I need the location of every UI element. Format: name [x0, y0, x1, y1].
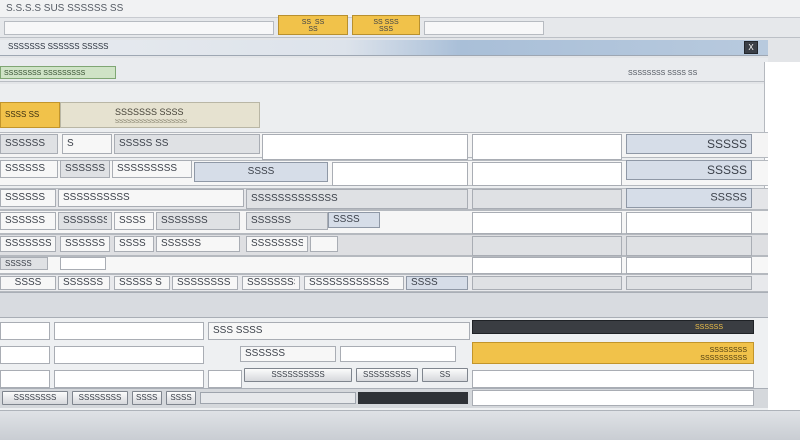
r4-field-d[interactable]: SSSSSS — [246, 212, 328, 230]
lower-r2-c[interactable]: SSSSSS — [240, 346, 336, 362]
toolbar-right-label: SSSSSSSS SSSS SS — [628, 70, 698, 77]
lower-r3-c[interactable] — [208, 370, 242, 388]
lower-button-1[interactable]: SSSSSSSSSS — [244, 368, 352, 382]
r5-label: SSSSSSS — [0, 236, 56, 252]
r5-field-a[interactable]: SSSSSS — [60, 236, 110, 252]
lower-r3-b[interactable] — [54, 370, 204, 388]
r4-label: SSSSSS — [0, 212, 56, 230]
r5-field-g[interactable] — [626, 236, 752, 256]
header-badge: SSSS SS — [0, 102, 60, 128]
r5-field-b[interactable]: SSSS — [114, 236, 154, 252]
r5-field-f[interactable] — [472, 236, 622, 256]
r4-field-f[interactable] — [472, 212, 622, 234]
address-field[interactable] — [4, 21, 274, 35]
footer-strip — [0, 410, 800, 440]
right-side-panel — [764, 62, 800, 440]
r7-field-b[interactable]: SSSSS S — [114, 276, 170, 290]
bottom-button-4[interactable]: SSSS — [166, 391, 196, 405]
right-value-3[interactable]: SSSSS — [626, 188, 752, 208]
bottom-dark-segment — [358, 392, 468, 404]
r1-label: SSSSSS — [0, 134, 58, 154]
r1-field-d[interactable] — [472, 134, 622, 160]
r7-field-c[interactable]: SSSSSSSS — [172, 276, 238, 290]
r4-field-g[interactable] — [626, 212, 752, 234]
header-box: SSSSSSS SSSS SSSSSSSSSSSSSSSSSS — [60, 102, 260, 128]
lower-button-2[interactable]: SSSSSSSSS — [356, 368, 418, 382]
r4-field-c[interactable]: SSSSSSS — [156, 212, 240, 230]
lower-yellow-label: SSSSSSSS SSSSSSSSSS — [700, 347, 747, 363]
bottom-progress — [200, 392, 356, 404]
right-value-2[interactable]: SSSSS — [626, 160, 752, 180]
tab-yellow-2-label: SS SSS SSS — [373, 19, 399, 33]
bottom-button-1[interactable]: SSSSSSSS — [2, 391, 68, 405]
r5-field-e[interactable] — [310, 236, 338, 252]
lower-button-3[interactable]: SS — [422, 368, 468, 382]
r6-field-c[interactable] — [626, 257, 752, 274]
lower-r2-a[interactable] — [0, 346, 50, 364]
window-close-button[interactable]: X — [744, 41, 758, 54]
lower-r2-b[interactable] — [54, 346, 204, 364]
r4-field-e[interactable]: SSSS — [328, 212, 380, 228]
lower-r1-b[interactable] — [54, 322, 204, 340]
r7-label: SSSS — [0, 276, 56, 290]
r2-field-e[interactable] — [472, 162, 622, 186]
r7-field-g[interactable] — [472, 276, 622, 290]
r3-field-a[interactable]: SSSSSSSSSS — [58, 189, 244, 207]
lower-r3-d[interactable] — [472, 370, 754, 388]
window-title: SSSSSSS SSSSSS SSSSS — [8, 43, 109, 51]
green-label: SSSSSSSS SSSSSSSSS — [4, 70, 86, 77]
header-subtitle: SSSSSSSSSSSSSSSSSS — [115, 119, 188, 125]
r3-field-c[interactable] — [472, 189, 622, 209]
top-title: S.S.S.S SUS SSSSSS SS — [6, 4, 124, 14]
r2-field-c[interactable]: SSSS — [194, 162, 328, 182]
lower-dark-bar-label: SSSSSS — [694, 324, 723, 331]
lower-r2-d[interactable] — [340, 346, 456, 362]
r2-field-d[interactable] — [332, 162, 468, 186]
r6-field-b[interactable] — [472, 257, 622, 274]
header-badge-label: SSSS SS — [5, 110, 40, 119]
r7-field-e[interactable]: SSSSSSSSSSSS — [304, 276, 404, 290]
right-value-1[interactable]: SSSSS — [626, 134, 752, 154]
r1-field-a[interactable]: S — [62, 134, 112, 154]
r5-field-c[interactable]: SSSSSS — [156, 236, 240, 252]
r1-field-b[interactable]: SSSSS SS — [114, 134, 260, 154]
green-label-box: SSSSSSSS SSSSSSSSS — [0, 66, 116, 79]
r7-field-f[interactable]: SSSS — [406, 276, 468, 290]
section-divider — [0, 292, 768, 318]
bottom-field[interactable] — [472, 390, 754, 406]
header-title: SSSSSSS SSSS — [115, 108, 184, 117]
tab-yellow-1[interactable]: SS SS SS — [278, 15, 348, 35]
bottom-button-2[interactable]: SSSSSSSS — [72, 391, 128, 405]
r2-field-a[interactable]: SSSSSSSS — [60, 160, 110, 178]
r6-field-a[interactable] — [60, 257, 106, 270]
top-right-field[interactable] — [424, 21, 544, 35]
lower-r1-c[interactable]: SSS SSSS — [208, 322, 470, 340]
close-icon: X — [748, 43, 754, 52]
r6-label: SSSSS — [0, 257, 48, 270]
r7-field-h[interactable] — [626, 276, 752, 290]
lower-r1-a[interactable] — [0, 322, 50, 340]
tab-yellow-1-label: SS SS SS — [301, 19, 325, 33]
r1-field-c[interactable] — [262, 134, 468, 160]
r7-field-d[interactable]: SSSSSSSS — [242, 276, 300, 290]
r4-field-a[interactable]: SSSSSSS — [58, 212, 112, 230]
r2-label: SSSSSS — [0, 160, 58, 178]
r3-label: SSSSSS — [0, 189, 56, 207]
lower-dark-bar: SSSSSS — [472, 320, 754, 334]
lower-yellow-bar[interactable]: SSSSSSSS SSSSSSSSSS — [472, 342, 754, 364]
bottom-button-3[interactable]: SSSSS — [132, 391, 162, 405]
lower-r3-a[interactable] — [0, 370, 50, 388]
r4-field-b[interactable]: SSSS — [114, 212, 154, 230]
r3-field-b[interactable]: SSSSSSSSSSSSS — [246, 189, 468, 209]
r7-field-a[interactable]: SSSSSS — [58, 276, 110, 290]
r5-field-d[interactable]: SSSSSSSS — [246, 236, 308, 252]
r2-field-b[interactable]: SSSSSSSSS — [112, 160, 192, 178]
tab-yellow-2[interactable]: SS SSS SSS — [352, 15, 420, 35]
